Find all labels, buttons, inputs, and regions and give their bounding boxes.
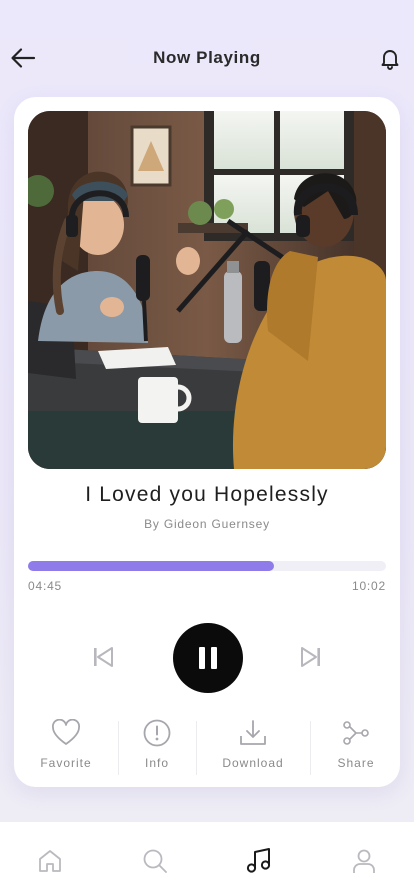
info-label: Info: [144, 756, 169, 770]
skip-previous-icon: [94, 647, 113, 667]
tab-music[interactable]: [244, 846, 274, 876]
next-button[interactable]: [300, 646, 322, 668]
music-note-icon: [246, 848, 271, 873]
header: Now Playing: [0, 0, 414, 100]
notifications-button[interactable]: [378, 46, 402, 70]
search-icon: [143, 849, 167, 873]
tab-profile[interactable]: [349, 846, 379, 876]
pause-icon: [196, 647, 220, 669]
divider: [118, 721, 119, 775]
progress-fill: [28, 561, 274, 571]
skip-next-icon: [301, 647, 320, 667]
track-artist: By Gideon Guernsey: [144, 517, 270, 531]
bottom-tab-bar: [0, 822, 414, 896]
share-icon: [343, 721, 369, 745]
page-title: Now Playing: [153, 48, 261, 67]
download-button[interactable]: Download: [208, 719, 298, 777]
share-label: Share: [337, 756, 375, 770]
total-duration: 10:02: [351, 579, 386, 593]
track-title: I Loved you Hopelessly: [85, 483, 329, 506]
info-circle-icon: [143, 719, 171, 747]
podcast-recording-photo: [28, 111, 386, 469]
favorite-label: Favorite: [40, 756, 92, 770]
profile-icon: [353, 849, 375, 873]
share-button[interactable]: Share: [326, 719, 386, 777]
download-label: Download: [222, 756, 284, 770]
previous-button[interactable]: [92, 646, 114, 668]
divider: [196, 721, 197, 775]
tab-search[interactable]: [140, 846, 170, 876]
album-cover: [28, 111, 386, 469]
heart-icon: [52, 719, 80, 745]
elapsed-time: 04:45: [28, 579, 63, 593]
download-icon: [240, 720, 266, 745]
home-icon: [39, 850, 61, 872]
track-actions: Favorite Info Download Share: [14, 719, 400, 777]
pause-button[interactable]: [173, 623, 243, 693]
progress-bar[interactable]: [28, 561, 386, 571]
player-card: I Loved you Hopelessly By Gideon Guernse…: [14, 97, 400, 787]
favorite-button[interactable]: Favorite: [28, 719, 104, 777]
tab-home[interactable]: [35, 846, 65, 876]
divider: [310, 721, 311, 775]
info-button[interactable]: Info: [128, 719, 186, 777]
bell-icon: [381, 50, 399, 70]
